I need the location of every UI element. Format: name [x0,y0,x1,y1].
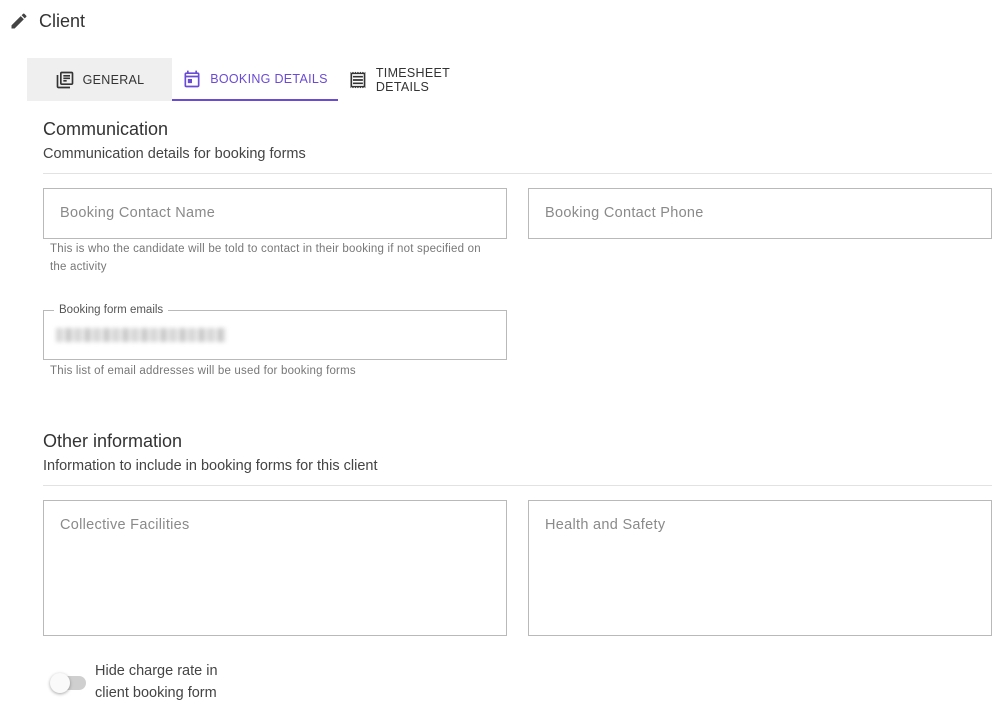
tab-booking-details-label: BOOKING DETAILS [210,71,328,86]
pencil-icon [11,13,27,29]
booking-contact-name-field [43,188,507,239]
booking-form-emails-field[interactable]: Booking form emails [43,303,507,360]
other-information-subtitle: Information to include in booking forms … [43,458,378,474]
calendar-icon [184,70,200,87]
tab-bar: GENERAL BOOKING DETAILS TIMESHEET DETAIL… [27,58,516,101]
booking-contact-name-helper: This is who the candidate will be told t… [50,243,481,273]
other-information-divider [43,485,992,486]
receipt-icon [350,71,366,88]
tab-booking-details[interactable]: BOOKING DETAILS [172,58,338,101]
page-title: Client [39,11,86,31]
other-information-title: Other information [43,431,183,451]
booking-contact-phone-field [528,188,992,239]
communication-subtitle: Communication details for booking forms [43,146,306,162]
communication-title: Communication [43,119,169,139]
tab-timesheet-details-label: TIMESHEET DETAILS [375,65,450,94]
hide-charge-rate-label: Hide charge rate in client booking form [95,663,218,701]
booking-form-emails-helper: This list of email addresses will be use… [50,365,356,377]
collective-facilities-field [43,500,507,636]
booking-form-emails-value-redacted [56,328,226,342]
health-and-safety-field [528,500,992,636]
tab-timesheet-details[interactable]: TIMESHEET DETAILS [338,58,516,101]
booking-contact-name-input[interactable] [44,189,506,237]
communication-divider [43,173,992,174]
booking-contact-phone-input[interactable] [529,189,991,237]
tab-general[interactable]: GENERAL [27,58,172,101]
toggle-thumb [50,673,70,693]
tab-general-label: GENERAL [82,72,145,87]
booking-form-emails-label: Booking form emails [54,303,169,317]
health-and-safety-textarea[interactable] [529,501,991,634]
hide-charge-rate-toggle[interactable] [50,673,86,693]
collective-facilities-textarea[interactable] [44,501,506,634]
library-books-icon [56,71,73,88]
